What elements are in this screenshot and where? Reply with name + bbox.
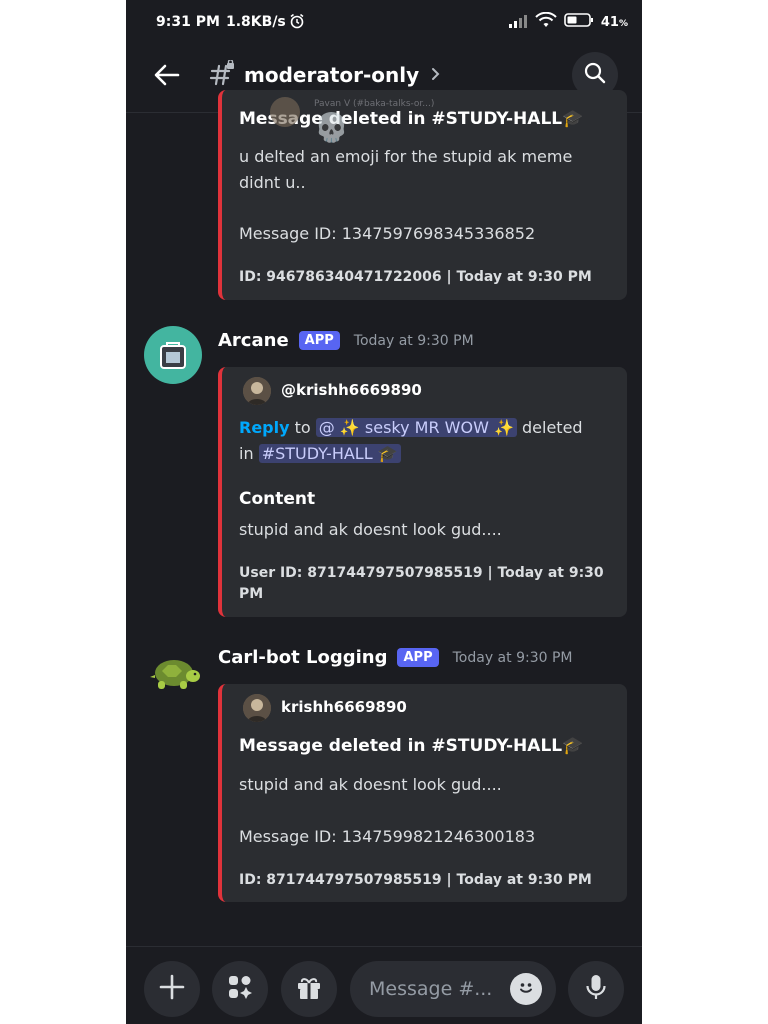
log-embed: @krishh6669890 Reply to @ ✨ sesky MR WOW…	[218, 367, 627, 617]
embed-description: Reply to @ ✨ sesky MR WOW ✨ deleted in #…	[239, 418, 583, 463]
alarm-icon	[289, 13, 305, 33]
channel-title[interactable]: moderator-only	[244, 63, 419, 87]
microphone-icon	[583, 973, 609, 1005]
embed-footer: User ID: 871744797507985519 | Today at 9…	[239, 565, 604, 602]
app-badge: APP	[298, 331, 340, 350]
author-name[interactable]: Carl-bot Logging	[218, 647, 387, 668]
embed-footer: ID: 871744797507985519 | Today at 9:30 P…	[239, 872, 592, 888]
embed-body: u delted an emoji for the stupid ak meme…	[239, 147, 573, 192]
deleted-message-embed: Message deleted in #STUDY-HALL🎓 u delted…	[218, 90, 627, 300]
timestamp: Today at 9:30 PM	[353, 332, 474, 349]
add-button[interactable]	[144, 961, 200, 1017]
smiley-icon	[514, 975, 538, 1003]
chevron-right-icon[interactable]	[430, 66, 442, 85]
user-mention[interactable]: @ ✨ sesky MR WOW ✨	[315, 418, 517, 437]
plus-icon	[158, 973, 186, 1005]
discord-app: 9:31 PM 1.8KB/s 41% moderator-only Messa…	[126, 0, 642, 1024]
back-arrow-icon[interactable]	[152, 60, 182, 94]
graduation-cap-icon: 🎓	[562, 109, 584, 129]
avatar	[243, 377, 271, 405]
embed-title: Message deleted in #STUDY-HALL🎓	[239, 109, 584, 129]
search-icon	[583, 61, 607, 89]
gift-icon	[295, 973, 323, 1005]
embed-title: Message deleted in #STUDY-HALL🎓	[239, 736, 584, 756]
embed-footer: ID: 946786340471722006 | Today at 9:30 P…	[239, 269, 592, 285]
message-id: Message ID: 1347597698345336852	[239, 224, 536, 243]
content-label: Content	[239, 489, 316, 509]
battery-percent: 41%	[600, 14, 628, 30]
deleted-content: stupid and ak doesnt look gud....	[239, 775, 502, 794]
emoji-button[interactable]	[510, 973, 542, 1005]
wifi-icon	[535, 11, 557, 32]
message-input[interactable]: Message #...	[350, 961, 556, 1017]
locked-channel-hash-icon	[208, 59, 236, 92]
composer-bar: Message #...	[126, 946, 642, 1024]
avatar	[243, 694, 271, 722]
deleted-message-embed: krishh6669890 Message deleted in #STUDY-…	[218, 684, 627, 902]
message-placeholder: Message #...	[369, 978, 493, 1000]
avatar-carlbot[interactable]	[144, 643, 202, 701]
battery-icon	[564, 12, 594, 32]
app-badge: APP	[397, 648, 439, 667]
channel-mention[interactable]: #STUDY-HALL 🎓	[258, 444, 401, 463]
status-bar: 9:31 PM 1.8KB/s 41%	[126, 0, 642, 46]
embed-author[interactable]: krishh6669890	[281, 698, 407, 716]
apps-icon	[225, 972, 255, 1006]
graduation-cap-icon: 🎓	[562, 736, 584, 756]
timestamp: Today at 9:30 PM	[452, 649, 573, 666]
status-time: 9:31 PM	[156, 14, 220, 30]
signal-icon	[508, 13, 528, 32]
graduation-cap-icon: 🎓	[377, 444, 398, 463]
avatar-arcane[interactable]	[144, 326, 202, 384]
deleted-content: stupid and ak doesnt look gud....	[239, 520, 502, 539]
embed-author[interactable]: @krishh6669890	[281, 381, 422, 399]
status-network-speed: 1.8KB/s	[226, 14, 286, 30]
message-header: Arcane APP Today at 9:30 PM	[218, 330, 474, 351]
message-header: Carl-bot Logging APP Today at 9:30 PM	[218, 647, 572, 668]
author-name[interactable]: Arcane	[218, 330, 289, 351]
message-id: Message ID: 1347599821246300183	[239, 827, 536, 846]
gift-button[interactable]	[281, 961, 337, 1017]
voice-message-button[interactable]	[568, 961, 624, 1017]
apps-button[interactable]	[212, 961, 268, 1017]
